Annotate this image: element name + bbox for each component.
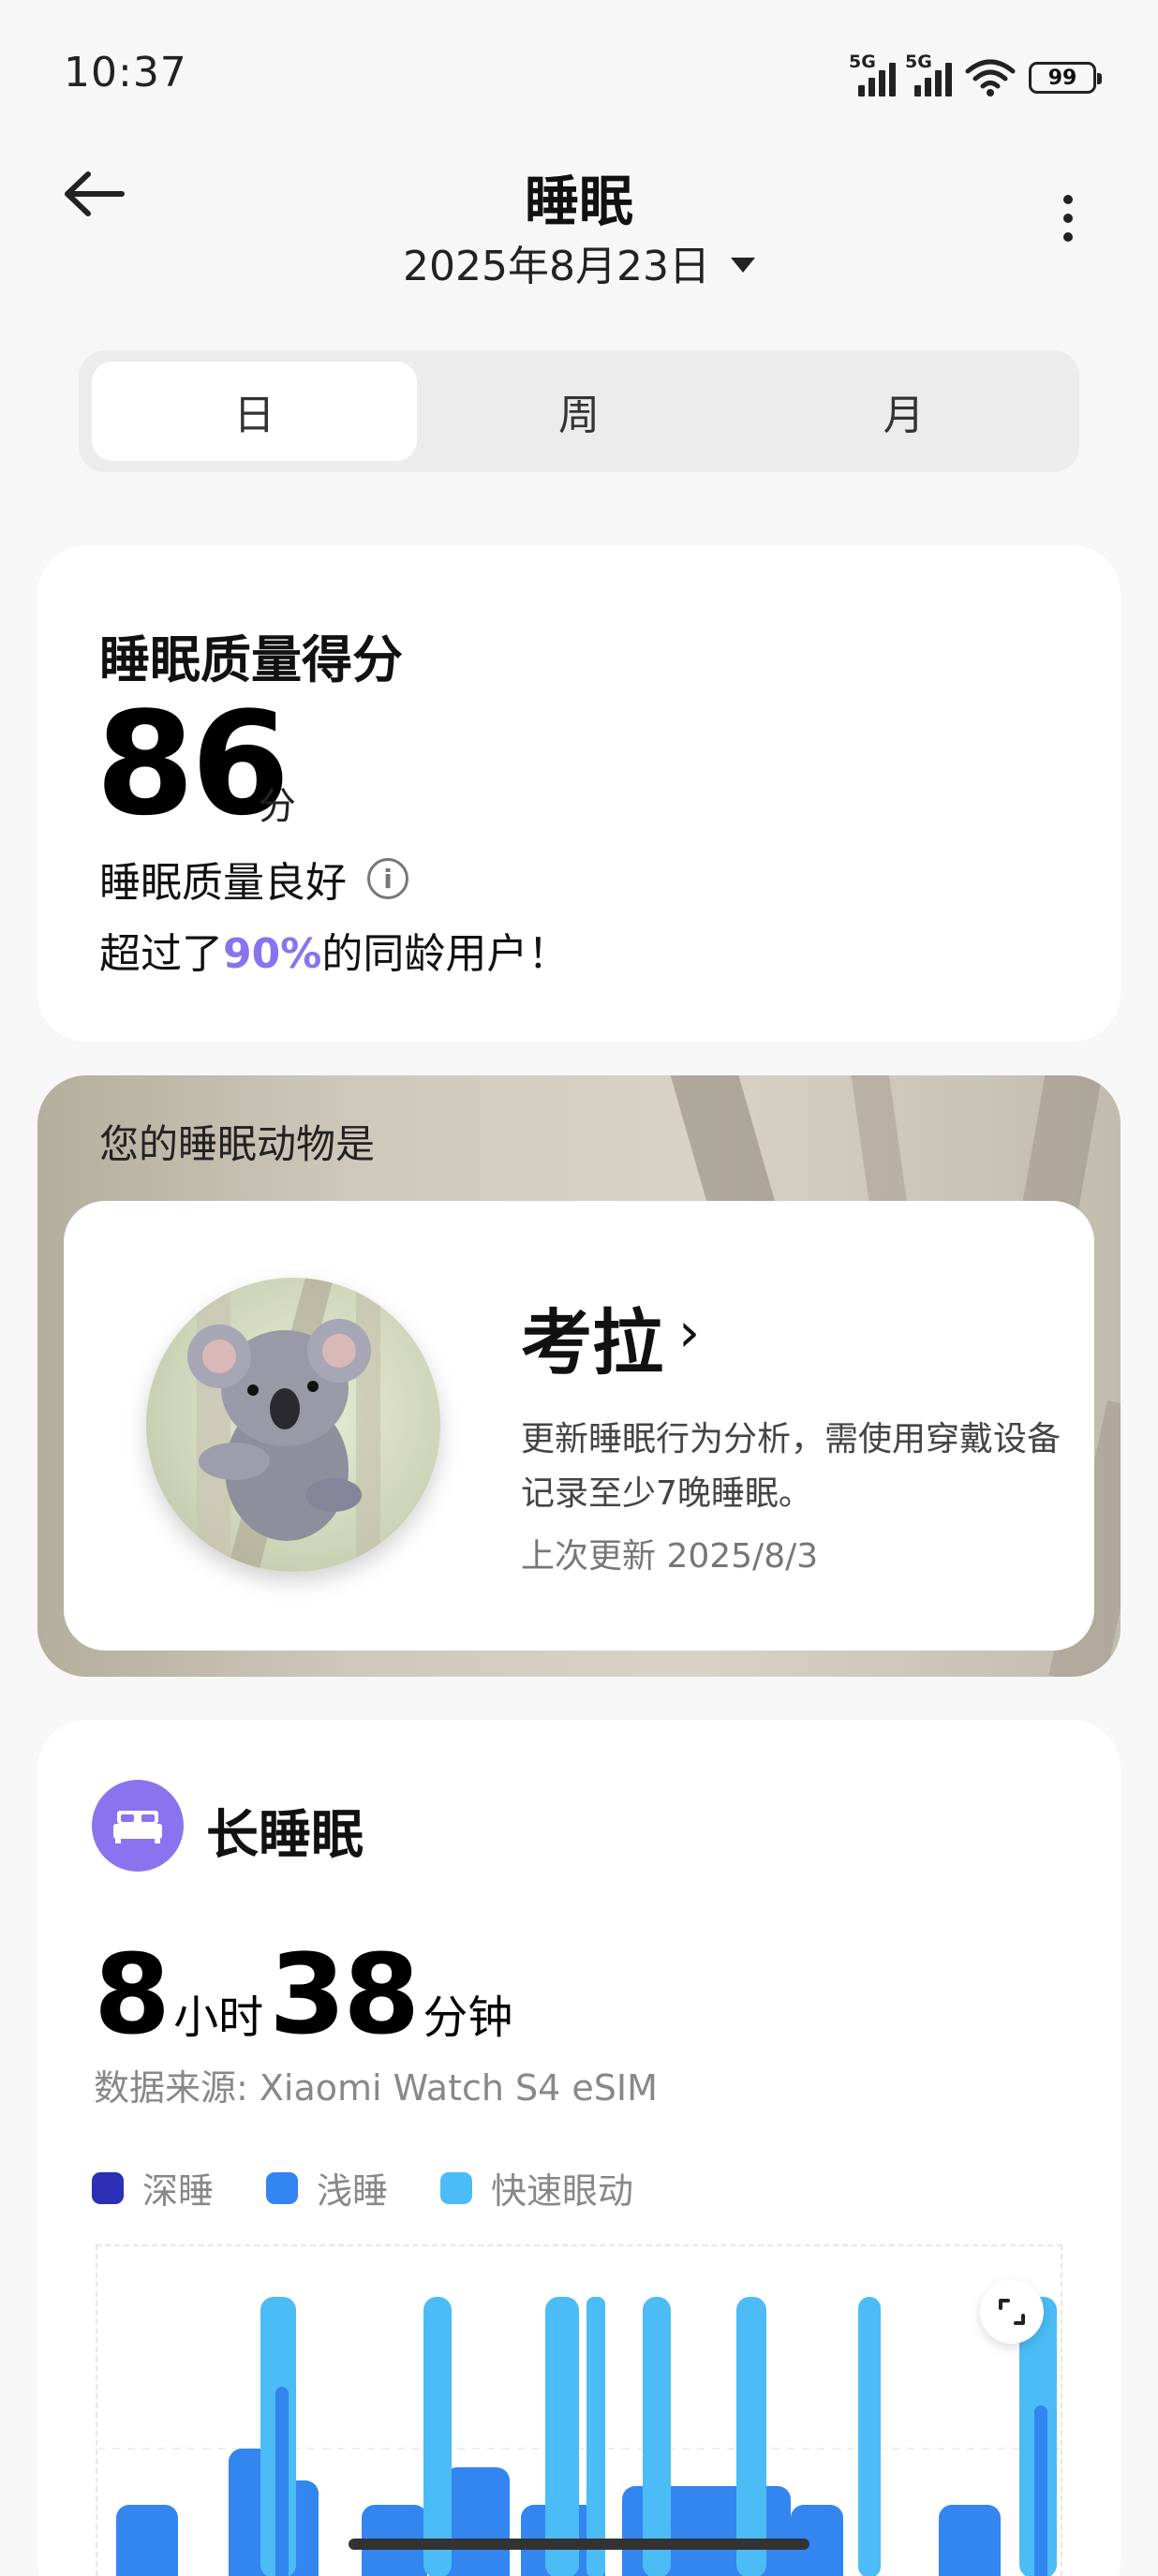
tab-week[interactable]: 周 <box>417 362 742 461</box>
status-time: 10:37 <box>64 49 187 96</box>
legend-deep: 深睡 <box>92 2162 214 2213</box>
duration-hours-unit: 小时 <box>173 1991 264 2044</box>
tab-day[interactable]: 日 <box>92 362 417 461</box>
chart-legend: 深睡 浅睡 快速眼动 <box>92 2162 633 2213</box>
page-title: 睡眠 <box>524 170 633 233</box>
animal-card-title: 您的睡眠动物是 <box>99 1121 376 1167</box>
legend-label: 浅睡 <box>317 2170 389 2212</box>
legend-label: 深睡 <box>142 2170 215 2212</box>
percentile-prefix: 超过了 <box>99 930 223 978</box>
animal-description: 更新睡眠行为分析，需使用穿戴设备记录至少7晚睡眠。 <box>521 1420 1062 1513</box>
percentile-value: 90% <box>223 930 322 978</box>
expand-icon <box>999 2299 1025 2325</box>
signal-label: 5G <box>905 52 932 72</box>
legend-light: 浅睡 <box>266 2162 388 2213</box>
quality-row: 睡眠质量良好 i <box>99 849 408 909</box>
home-indicator[interactable] <box>349 2539 809 2550</box>
dropdown-caret-icon <box>730 258 755 273</box>
wifi-icon <box>965 59 1016 96</box>
koala-image <box>146 1278 440 1572</box>
signal-5g-icon: 5G <box>849 52 896 96</box>
bed-icon <box>92 1780 184 1872</box>
sleep-duration: 8 小时 38 分钟 <box>94 1930 518 2059</box>
signal-5g-icon: 5G <box>905 52 952 96</box>
more-options-button[interactable] <box>1049 195 1087 251</box>
period-tabs: 日 周 月 <box>79 350 1079 472</box>
signal-label: 5G <box>849 52 876 72</box>
duration-hours: 8 <box>94 1930 171 2059</box>
animal-name[interactable]: 考拉 <box>521 1285 663 1388</box>
battery-icon: 99 <box>1029 62 1102 94</box>
legend-label: 快速眼动 <box>491 2170 634 2212</box>
percentile-suffix: 的同龄用户！ <box>321 930 570 978</box>
date-selector[interactable]: 2025年8月23日 <box>0 232 1158 292</box>
sleep-stage-chart[interactable] <box>96 2244 1062 2576</box>
expand-chart-button[interactable] <box>980 2280 1044 2344</box>
info-icon[interactable]: i <box>367 858 408 899</box>
tab-month[interactable]: 月 <box>741 362 1066 461</box>
animal-last-updated: 上次更新 2025/8/3 <box>521 1537 819 1576</box>
percentile-text: 超过了90%的同龄用户！ <box>99 920 569 980</box>
duration-minutes-unit: 分钟 <box>423 1991 513 2044</box>
date-label: 2025年8月23日 <box>403 243 710 290</box>
legend-rem: 快速眼动 <box>440 2162 633 2213</box>
more-vertical-icon <box>1063 195 1073 204</box>
duration-minutes: 38 <box>269 1930 420 2059</box>
score-value: 86 <box>96 681 290 847</box>
score-unit: 分 <box>259 785 296 828</box>
data-source: 数据来源: Xiaomi Watch S4 eSIM <box>94 2067 658 2109</box>
chevron-right-icon: › <box>678 1300 701 1364</box>
sleep-section-title: 长睡眠 <box>206 1805 364 1866</box>
status-icons: 5G 5G 99 <box>849 52 1102 101</box>
quality-text: 睡眠质量良好 <box>99 859 347 907</box>
